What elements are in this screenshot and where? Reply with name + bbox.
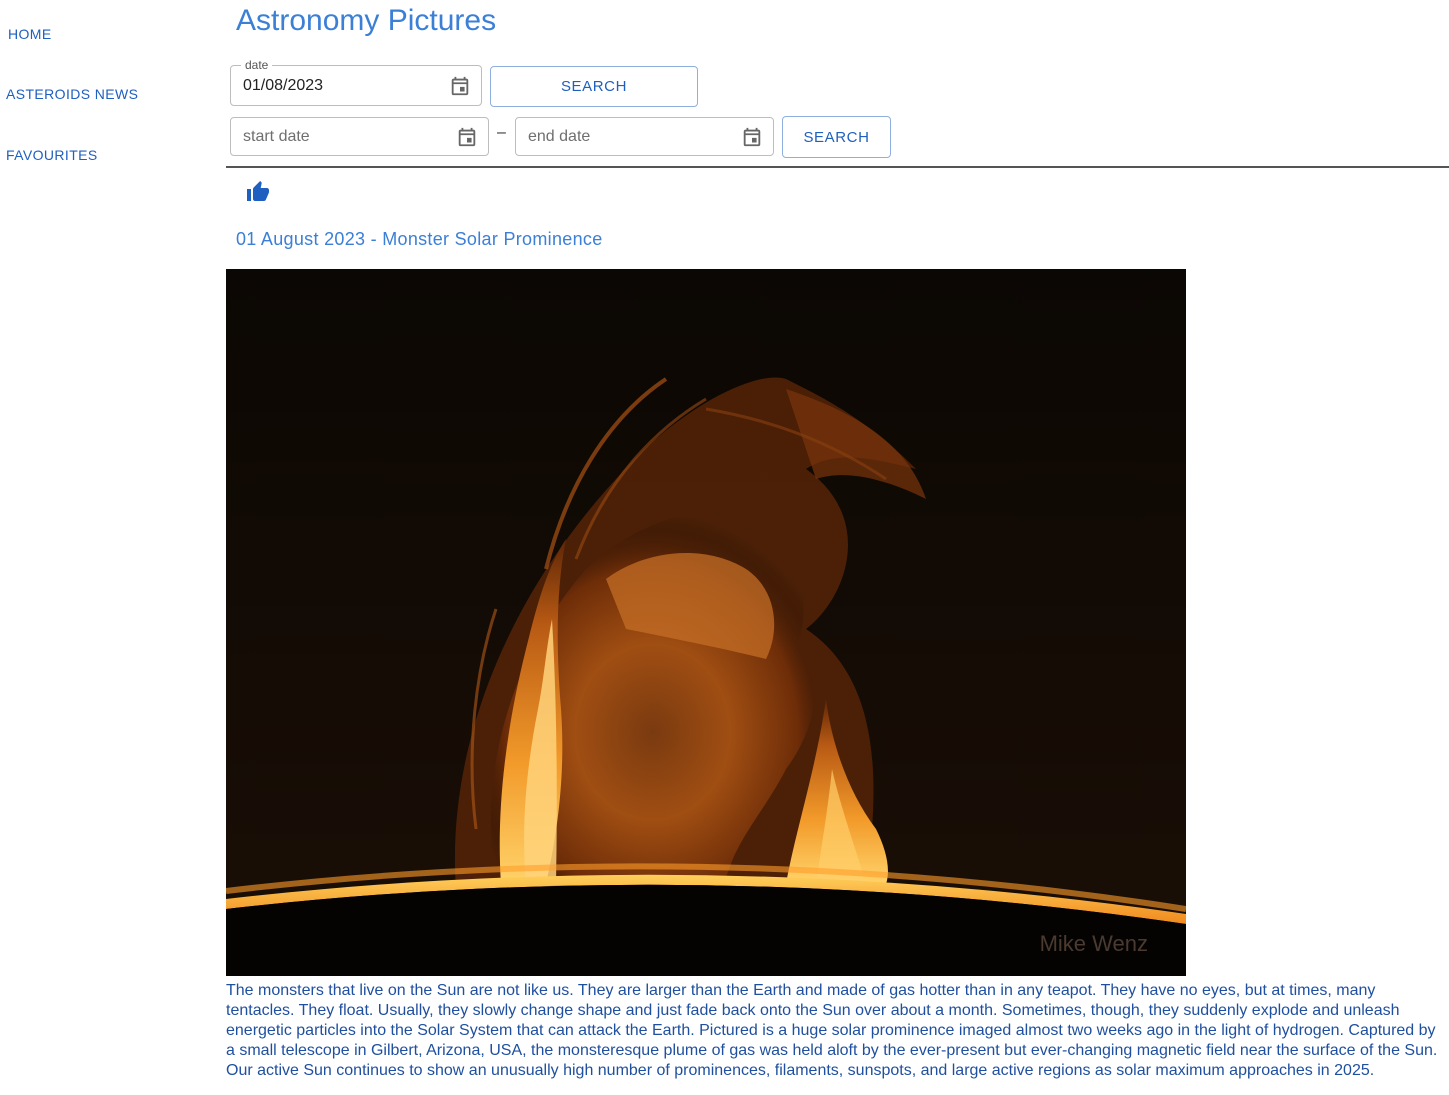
end-date-input[interactable] — [528, 118, 718, 155]
nav-asteroids-news[interactable]: ASTEROIDS NEWS — [6, 86, 138, 102]
nav-home[interactable]: HOME — [8, 26, 52, 42]
apod-explanation: The monsters that live on the Sun are no… — [226, 982, 1438, 1079]
apod-title: 01 August 2023 - Monster Solar Prominenc… — [236, 229, 603, 249]
range-separator: – — [497, 124, 506, 141]
start-date-field[interactable] — [230, 117, 489, 156]
calendar-icon[interactable] — [741, 126, 763, 148]
page-title: Astronomy Pictures — [236, 4, 497, 37]
nav-favourites[interactable]: FAVOURITES — [6, 147, 98, 163]
image-credit: Mike Wenz — [1040, 931, 1148, 956]
apod-image: Mike Wenz — [226, 269, 1186, 976]
end-date-field[interactable] — [515, 117, 774, 156]
date-field[interactable]: date — [230, 58, 482, 106]
calendar-icon[interactable] — [456, 126, 478, 148]
calendar-icon[interactable] — [449, 75, 471, 97]
date-search-button[interactable]: SEARCH — [490, 66, 698, 107]
date-input[interactable] — [243, 66, 433, 105]
thumb-up-icon[interactable] — [246, 180, 270, 204]
range-search-button[interactable]: SEARCH — [782, 116, 891, 158]
start-date-input[interactable] — [243, 118, 433, 155]
divider — [226, 166, 1449, 168]
